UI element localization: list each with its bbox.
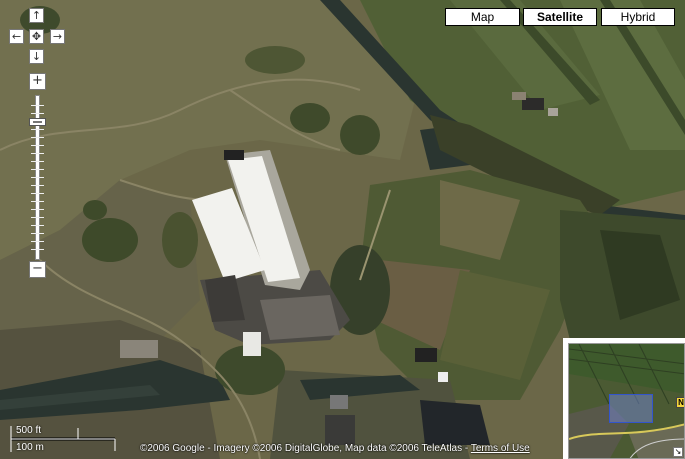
scale-feet-label: 500 ft [16, 425, 42, 436]
zoom-in-button[interactable]: + [29, 73, 46, 90]
zoom-tick [31, 249, 44, 250]
overview-road-label: N [676, 397, 684, 408]
zoom-tick [31, 153, 44, 154]
zoom-tick [31, 145, 44, 146]
terms-of-use-link[interactable]: Terms of Use [471, 443, 530, 454]
zoom-tick [31, 225, 44, 226]
zoom-tick [31, 209, 44, 210]
pan-left-button[interactable]: ← [9, 29, 24, 44]
zoom-tick [31, 241, 44, 242]
scale-bar: 500 ft 100 m [8, 424, 118, 454]
overview-map[interactable]: N [563, 338, 685, 459]
scale-meters-label: 100 m [16, 442, 44, 453]
map-type-hybrid-button[interactable]: Hybrid [601, 8, 675, 26]
zoom-tick [31, 161, 44, 162]
pan-center-button[interactable]: ✥ [29, 29, 44, 44]
map-type-map-button[interactable]: Map [445, 8, 520, 26]
overview-map-viewport[interactable]: N [568, 343, 685, 459]
zoom-tick [31, 185, 44, 186]
zoom-tick [31, 193, 44, 194]
zoom-tick [31, 113, 44, 114]
zoom-tick [31, 129, 44, 130]
zoom-tick [31, 233, 44, 234]
overview-viewport-rect[interactable] [609, 394, 653, 423]
pan-right-button[interactable]: → [50, 29, 65, 44]
overview-toggle-button[interactable]: ↘ [673, 447, 683, 457]
zoom-slider-thumb[interactable] [29, 118, 46, 126]
map-type-satellite-button[interactable]: Satellite [523, 8, 597, 26]
zoom-tick [31, 217, 44, 218]
zoom-tick [31, 137, 44, 138]
copyright-text: ©2006 Google - Imagery ©2006 DigitalGlob… [140, 443, 471, 454]
zoom-tick [31, 105, 44, 106]
copyright-notice: ©2006 Google - Imagery ©2006 DigitalGlob… [140, 443, 530, 454]
zoom-out-button[interactable]: − [29, 261, 46, 278]
zoom-tick [31, 169, 44, 170]
pan-up-button[interactable]: ↑ [29, 8, 44, 23]
zoom-tick [31, 201, 44, 202]
zoom-tick [31, 177, 44, 178]
map-view[interactable]: ↑ ← ✥ → ↓ + − Map Satellite Hybrid 500 f… [0, 0, 685, 459]
pan-down-button[interactable]: ↓ [29, 49, 44, 64]
